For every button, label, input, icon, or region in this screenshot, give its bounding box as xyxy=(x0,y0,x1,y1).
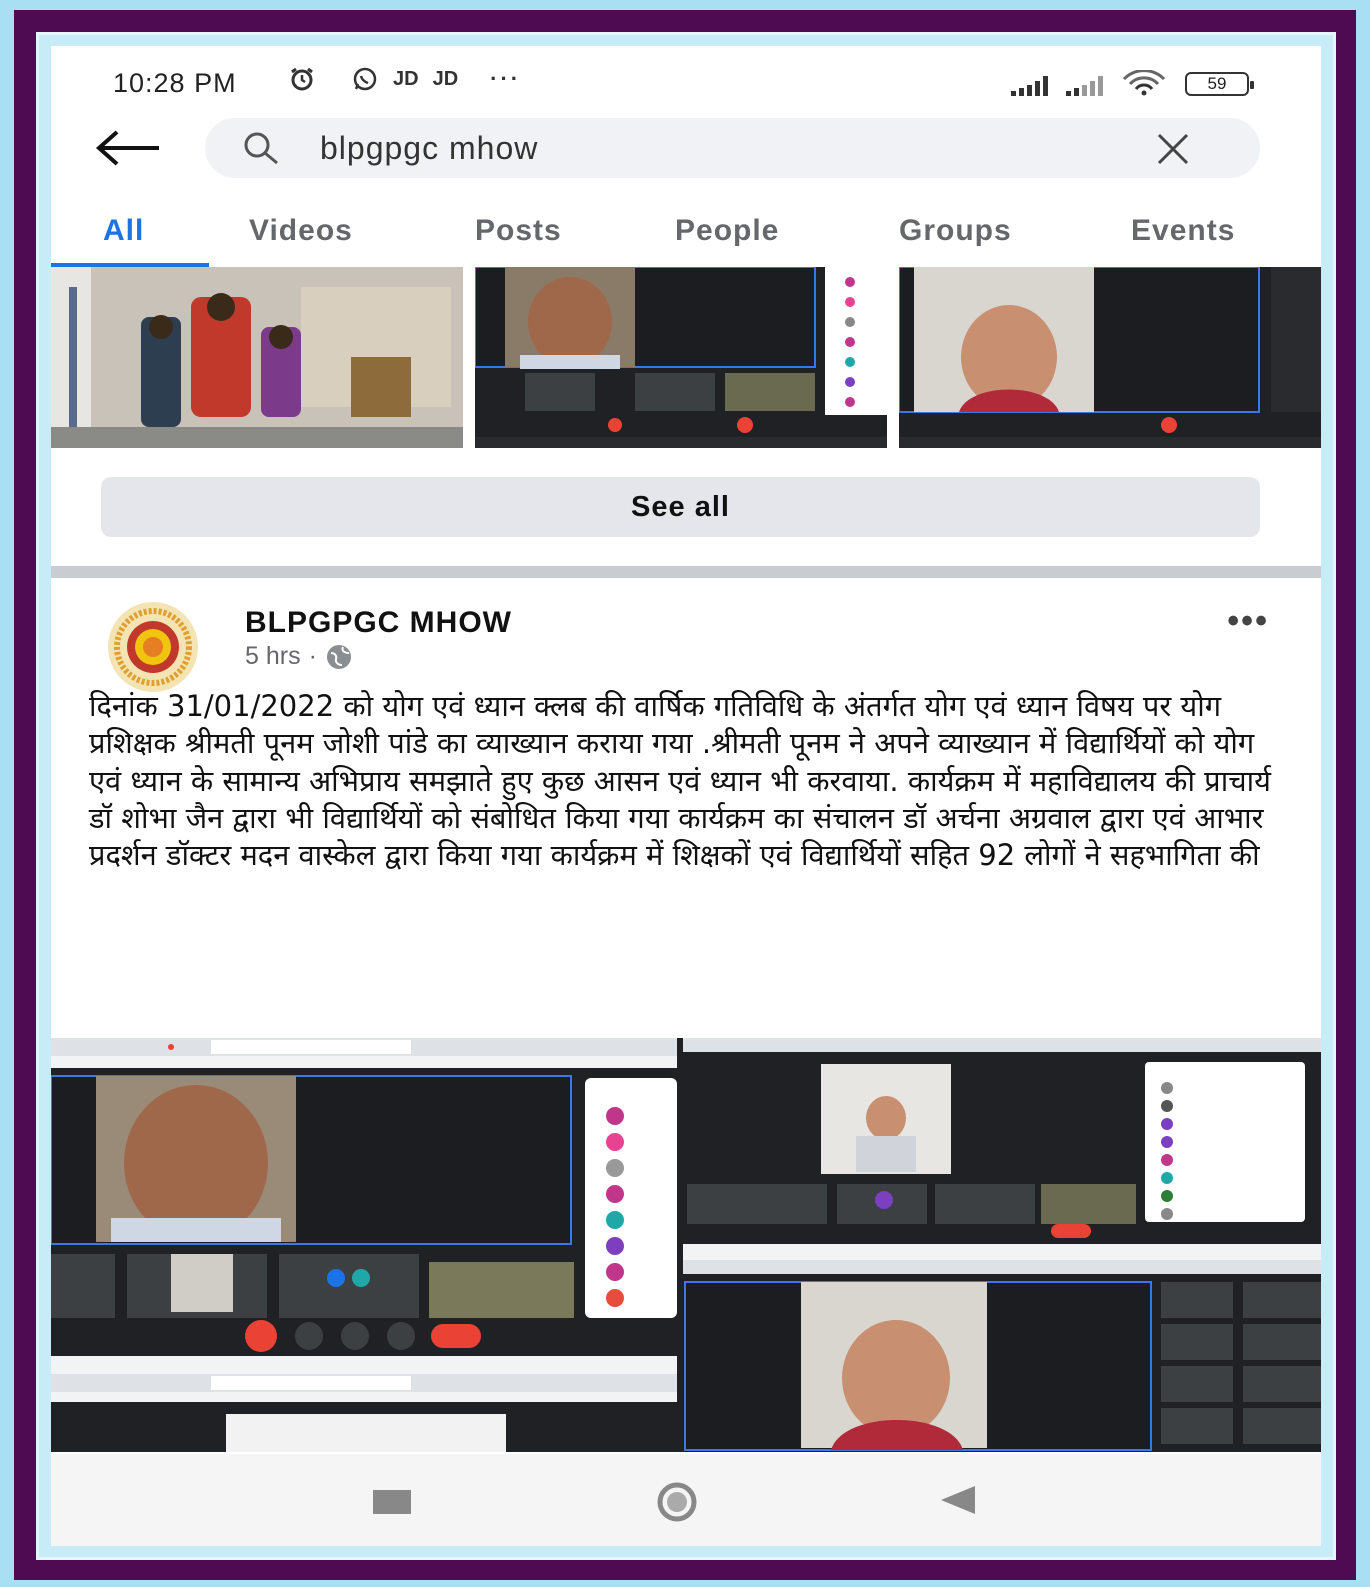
page-avatar-logo[interactable] xyxy=(89,601,217,693)
search-input[interactable]: blpgpgc mhow xyxy=(205,118,1260,178)
signal-2-icon xyxy=(1066,76,1103,96)
post-options-icon[interactable]: ••• xyxy=(1227,602,1269,641)
section-divider xyxy=(51,566,1321,578)
battery-indicator: 59 xyxy=(1185,72,1254,96)
status-bar: 10:28 PM JD JD ··· 59 xyxy=(51,46,1321,116)
post-meta: 5 hrs · xyxy=(245,642,353,671)
video-thumbnail-3[interactable] xyxy=(899,267,1321,448)
carrier-1-label: JD xyxy=(393,67,419,90)
home-icon[interactable] xyxy=(647,1480,707,1524)
meta-separator: · xyxy=(308,642,317,670)
tab-videos[interactable]: Videos xyxy=(249,214,353,248)
alarm-icon xyxy=(291,67,313,91)
tab-people[interactable]: People xyxy=(675,214,779,248)
signal-1-icon xyxy=(1011,76,1048,96)
see-all-button[interactable]: See all xyxy=(101,477,1260,537)
wifi-icon xyxy=(1122,70,1166,96)
recent-apps-icon[interactable] xyxy=(371,1480,413,1520)
system-navigation-bar xyxy=(51,1454,1321,1546)
search-query: blpgpgc mhow xyxy=(320,130,539,166)
status-icons: JD JD ··· xyxy=(289,66,521,92)
post-time: 5 hrs xyxy=(245,642,301,670)
whatsapp-icon xyxy=(353,67,377,91)
post-photo-collage[interactable] xyxy=(51,1038,1321,1452)
video-thumbnail-1[interactable] xyxy=(51,267,463,448)
carrier-2-label: JD xyxy=(432,67,459,90)
tab-events[interactable]: Events xyxy=(1131,214,1235,248)
back-arrow-icon[interactable] xyxy=(93,128,163,168)
status-time: 10:28 PM xyxy=(113,68,237,98)
tab-posts[interactable]: Posts xyxy=(475,214,562,248)
post-text: दिनांक 31/01/2022 को योग एवं ध्यान क्लब … xyxy=(89,689,1271,873)
back-nav-icon[interactable] xyxy=(937,1480,979,1520)
clear-search-icon[interactable] xyxy=(1156,132,1190,166)
page-name[interactable]: BLPGPGC MHOW xyxy=(245,606,512,640)
video-thumbnails xyxy=(51,267,1321,448)
video-thumbnail-2[interactable] xyxy=(475,267,887,448)
globe-icon xyxy=(326,644,351,669)
status-right: 59 xyxy=(1011,70,1254,96)
tab-all[interactable]: All xyxy=(103,214,144,248)
search-icon xyxy=(244,132,278,165)
more-notifications-icon: ··· xyxy=(490,66,522,91)
tab-groups[interactable]: Groups xyxy=(899,214,1012,248)
phone-screen: 10:28 PM JD JD ··· 59 blpgpgc mhow All V… xyxy=(51,46,1321,1546)
search-tabs: All Videos Posts People Groups Events xyxy=(51,206,1321,268)
